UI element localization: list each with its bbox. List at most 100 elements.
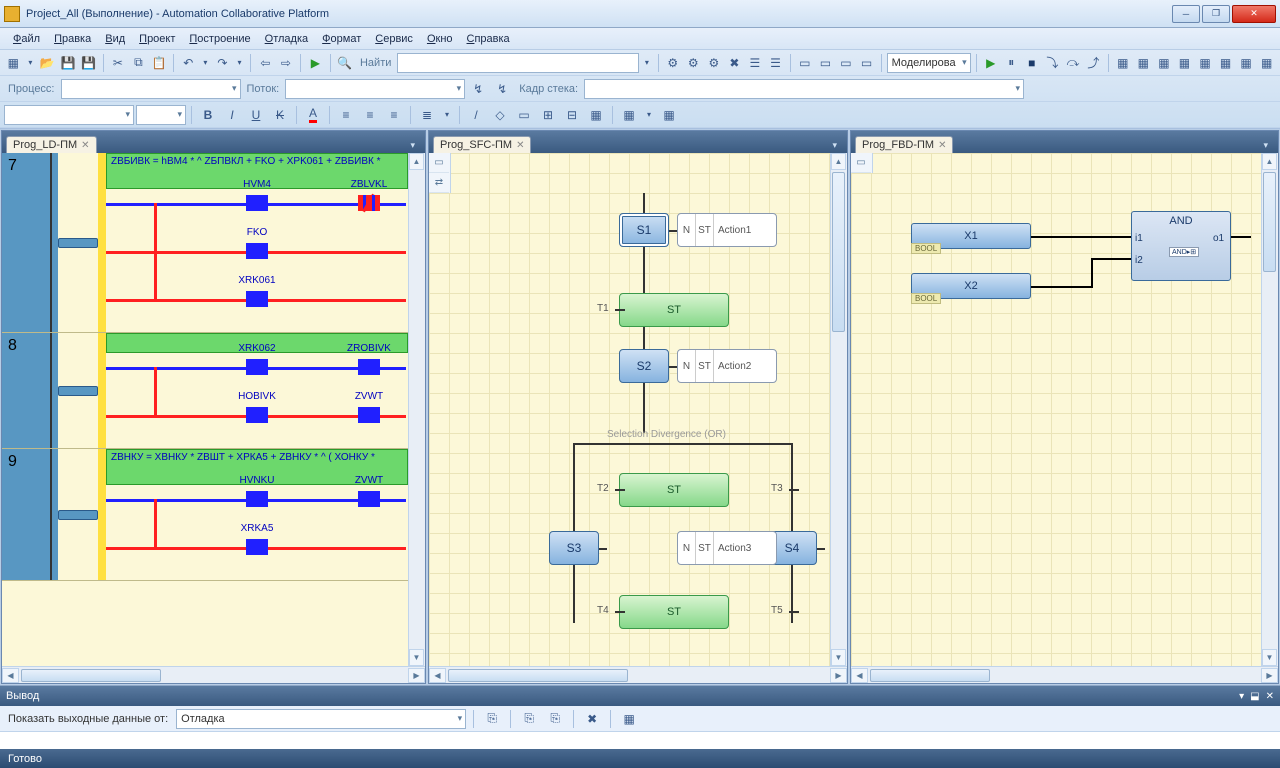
ld-contact[interactable] [246,243,268,259]
dbg-b4[interactable]: ▦ [1175,52,1194,74]
align-center[interactable]: ≡ [359,104,381,126]
menu-format[interactable]: Формат [315,31,368,47]
elem-7[interactable]: ▦ [618,104,640,126]
align-left[interactable]: ≡ [335,104,357,126]
dbg-b1[interactable]: ▦ [1114,52,1133,74]
elem-dropdown[interactable]: ▾ [642,104,656,126]
close-button[interactable]: ✕ [1232,5,1276,23]
thread-btn1[interactable]: ↯ [467,78,489,100]
sfc-vscroll[interactable]: ▲▼ [830,153,847,666]
elem-1[interactable]: / [465,104,487,126]
fbd-canvas[interactable]: X1BOOLX2BOOLANDi1i2o1AND▸⊞ ▲▼ ▭ [851,153,1278,666]
menu-view[interactable]: Вид [98,31,132,47]
list-button[interactable]: ≣ [416,104,438,126]
fbd-vscroll[interactable]: ▲▼ [1261,153,1278,666]
output-btn-4[interactable]: ✖ [581,708,603,730]
align-right[interactable]: ≡ [383,104,405,126]
stack-combo[interactable] [584,79,1024,99]
output-btn-2[interactable]: ⎘ [518,708,540,730]
close-icon[interactable]: ✕ [81,140,89,151]
dbg-stepover[interactable]: ⤼ [1064,52,1083,74]
tb-btn-3[interactable]: ⚙ [705,52,724,74]
nav-back-button[interactable]: ⇦ [256,52,275,74]
sfc-tab-dropdown[interactable]: ▾ [826,138,843,153]
strike-button[interactable]: K [269,104,291,126]
elem-8[interactable]: ▦ [658,104,680,126]
ld-tab[interactable]: Prog_LD-ПМ✕ [6,136,97,153]
sfc-action[interactable]: NSTAction3 [677,531,777,565]
output-btn-5[interactable]: ▦ [618,708,640,730]
dbg-stepinto[interactable]: ⤵ [1043,52,1062,74]
open-button[interactable]: 📂 [38,52,57,74]
tb-win-3[interactable]: ▭ [837,52,856,74]
sfc-hscroll[interactable]: ◀▶ [429,666,847,683]
sfc-tool-1[interactable]: ▭ [429,153,449,173]
menu-debug[interactable]: Отладка [258,31,316,47]
dbg-play[interactable]: ▶ [981,52,1000,74]
bold-button[interactable]: B [197,104,219,126]
dbg-b6[interactable]: ▦ [1216,52,1235,74]
fbd-hscroll[interactable]: ◀▶ [851,666,1278,683]
thread-btn2[interactable]: ↯ [491,78,513,100]
tb-btn-4[interactable]: ✖ [725,52,744,74]
sfc-transition[interactable]: ST [619,293,729,327]
ld-contact[interactable] [246,359,268,375]
tb-btn-5[interactable]: ☰ [746,52,765,74]
menu-file[interactable]: Файл [6,31,47,47]
tb-win-4[interactable]: ▭ [857,52,876,74]
list-dropdown[interactable]: ▾ [440,104,454,126]
menu-project[interactable]: Проект [132,31,182,47]
font-combo[interactable] [4,105,134,125]
dbg-stop[interactable]: ■ [1023,52,1042,74]
ld-contact[interactable] [358,407,380,423]
ld-contact[interactable] [246,539,268,555]
elem-5[interactable]: ⊟ [561,104,583,126]
ld-contact[interactable] [246,491,268,507]
fbd-tool-1[interactable]: ▭ [851,153,871,173]
output-close[interactable]: ✕ [1266,691,1274,702]
sfc-tool-2[interactable]: ⇄ [429,173,449,193]
new-button[interactable]: ▦ [4,52,23,74]
sfc-action[interactable]: NSTAction2 [677,349,777,383]
undo-dropdown[interactable]: ▾ [200,52,212,74]
paste-button[interactable]: 📋 [150,52,169,74]
sfc-step[interactable]: S2 [619,349,669,383]
menu-build[interactable]: Построение [182,31,257,47]
menu-help[interactable]: Справка [460,31,517,47]
dbg-b8[interactable]: ▦ [1257,52,1276,74]
sfc-canvas[interactable]: Selection Divergence (OR)S1S2S3S4NSTActi… [429,153,847,666]
tb-btn-6[interactable]: ☰ [766,52,785,74]
dbg-pause[interactable]: ⏸ [1002,52,1021,74]
undo-button[interactable]: ↶ [179,52,198,74]
dbg-b7[interactable]: ▦ [1237,52,1256,74]
tb-btn-1[interactable]: ⚙ [663,52,682,74]
ld-vscroll[interactable]: ▲▼ [408,153,425,666]
dbg-b3[interactable]: ▦ [1155,52,1174,74]
sfc-transition[interactable]: ST [619,595,729,629]
sfc-step[interactable]: S3 [549,531,599,565]
ld-rung[interactable]: 9ZВНКУ = ХВНКУ * ZВШТ + ХРКА5 + ZВНКУ * … [2,449,408,581]
dbg-stepout[interactable]: ⤴ [1084,52,1103,74]
ld-contact[interactable] [246,407,268,423]
ld-contact[interactable] [246,195,268,211]
sfc-transition[interactable]: ST [619,473,729,507]
redo-dropdown[interactable]: ▾ [234,52,246,74]
menu-edit[interactable]: Правка [47,31,98,47]
fbd-tab[interactable]: Prog_FBD-ПМ✕ [855,136,953,153]
sfc-tab[interactable]: Prog_SFC-ПМ✕ [433,136,531,153]
tb-win-2[interactable]: ▭ [816,52,835,74]
ld-hscroll[interactable]: ◀▶ [2,666,425,683]
thread-combo[interactable] [285,79,465,99]
ld-contact[interactable] [358,195,380,211]
close-icon[interactable]: ✕ [516,140,524,151]
copy-button[interactable]: ⧉ [129,52,148,74]
fbd-block[interactable]: AND [1131,211,1231,281]
fbd-tab-dropdown[interactable]: ▾ [1257,138,1274,153]
tb-win-1[interactable]: ▭ [796,52,815,74]
save-button[interactable]: 💾 [59,52,78,74]
process-combo[interactable] [61,79,241,99]
tb-btn-2[interactable]: ⚙ [684,52,703,74]
dbg-b5[interactable]: ▦ [1196,52,1215,74]
find-input[interactable] [397,53,639,73]
sfc-action[interactable]: NSTAction1 [677,213,777,247]
